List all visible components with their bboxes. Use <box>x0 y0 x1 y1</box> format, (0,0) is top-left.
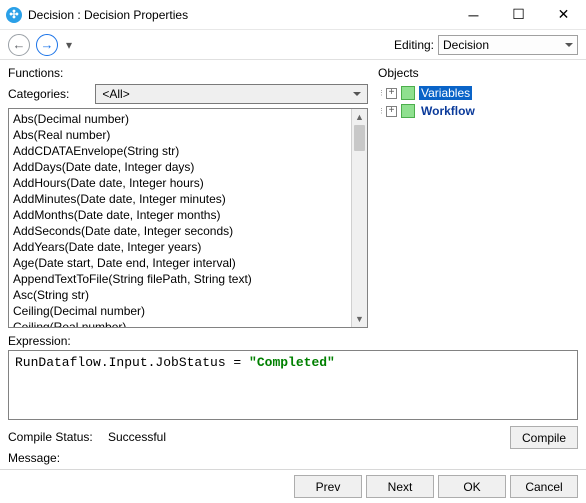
scroll-thumb[interactable] <box>354 125 365 151</box>
tree-node-variables[interactable]: ⋮ + Variables <box>378 84 578 102</box>
scrollbar[interactable]: ▲ ▼ <box>351 109 367 327</box>
expression-code: RunDataflow.Input.JobStatus = <box>15 355 249 370</box>
tree-dots-icon: ⋮ <box>378 109 384 114</box>
scroll-up-icon[interactable]: ▲ <box>352 109 367 125</box>
cancel-button[interactable]: Cancel <box>510 475 578 498</box>
chevron-down-icon <box>353 92 361 96</box>
expand-icon[interactable]: + <box>386 106 397 117</box>
forward-menu-icon[interactable]: ▾ <box>66 38 72 52</box>
tree-label: Workflow <box>419 104 477 118</box>
scroll-down-icon[interactable]: ▼ <box>352 311 367 327</box>
compile-status-label: Compile Status: <box>8 430 108 444</box>
list-item[interactable]: AddMinutes(Date date, Integer minutes) <box>13 191 347 207</box>
list-item[interactable]: AddHours(Date date, Integer hours) <box>13 175 347 191</box>
categories-value: <All> <box>102 87 129 101</box>
window-title: Decision : Decision Properties <box>28 8 188 22</box>
folder-icon <box>401 104 415 118</box>
message-label: Message: <box>8 451 108 465</box>
list-item[interactable]: Ceiling(Real number) <box>13 319 347 327</box>
list-item[interactable]: AddCDATAEnvelope(String str) <box>13 143 347 159</box>
objects-tree: ⋮ + Variables ⋮ + Workflow <box>378 82 578 122</box>
expression-label: Expression: <box>8 334 578 348</box>
editing-label: Editing: <box>394 38 434 52</box>
functions-label: Functions: <box>8 66 368 80</box>
app-icon: ✣ <box>6 7 22 23</box>
expression-input[interactable]: RunDataflow.Input.JobStatus = "Completed… <box>8 350 578 420</box>
list-item[interactable]: Asc(String str) <box>13 287 347 303</box>
back-button[interactable]: ← <box>8 34 30 56</box>
title-bar: ✣ Decision : Decision Properties ─ ☐ ✕ <box>0 0 586 30</box>
ok-button[interactable]: OK <box>438 475 506 498</box>
compile-status-value: Successful <box>108 430 166 444</box>
list-item[interactable]: Ceiling(Decimal number) <box>13 303 347 319</box>
editing-combo[interactable]: Decision <box>438 35 578 55</box>
maximize-button[interactable]: ☐ <box>496 0 541 30</box>
prev-button[interactable]: Prev <box>294 475 362 498</box>
list-item[interactable]: AddMonths(Date date, Integer months) <box>13 207 347 223</box>
expand-icon[interactable]: + <box>386 88 397 99</box>
list-item[interactable]: AppendTextToFile(String filePath, String… <box>13 271 347 287</box>
tree-label: Variables <box>419 86 472 100</box>
close-button[interactable]: ✕ <box>541 0 586 30</box>
chevron-down-icon <box>565 43 573 47</box>
tree-node-workflow[interactable]: ⋮ + Workflow <box>378 102 578 120</box>
list-item[interactable]: AddYears(Date date, Integer years) <box>13 239 347 255</box>
objects-label: Objects <box>378 66 578 80</box>
minimize-button[interactable]: ─ <box>451 0 496 30</box>
objects-panel: Objects ⋮ + Variables ⋮ + Workflow <box>378 64 578 328</box>
list-item[interactable]: AddSeconds(Date date, Integer seconds) <box>13 223 347 239</box>
functions-panel: Functions: Categories: <All> Abs(Decimal… <box>8 64 368 328</box>
functions-list[interactable]: Abs(Decimal number) Abs(Real number) Add… <box>8 108 368 328</box>
forward-button[interactable]: → <box>36 34 58 56</box>
nav-toolbar: ← → ▾ Editing: Decision <box>0 30 586 60</box>
next-button[interactable]: Next <box>366 475 434 498</box>
folder-icon <box>401 86 415 100</box>
dialog-footer: Prev Next OK Cancel <box>0 469 586 503</box>
expression-string-literal: "Completed" <box>249 355 335 370</box>
categories-combo[interactable]: <All> <box>95 84 368 104</box>
list-item[interactable]: Abs(Real number) <box>13 127 347 143</box>
compile-button[interactable]: Compile <box>510 426 578 449</box>
list-item[interactable]: AddDays(Date date, Integer days) <box>13 159 347 175</box>
list-item[interactable]: Abs(Decimal number) <box>13 111 347 127</box>
list-item[interactable]: Age(Date start, Date end, Integer interv… <box>13 255 347 271</box>
categories-label: Categories: <box>8 87 69 101</box>
editing-value: Decision <box>443 38 489 52</box>
tree-dots-icon: ⋮ <box>378 91 384 96</box>
